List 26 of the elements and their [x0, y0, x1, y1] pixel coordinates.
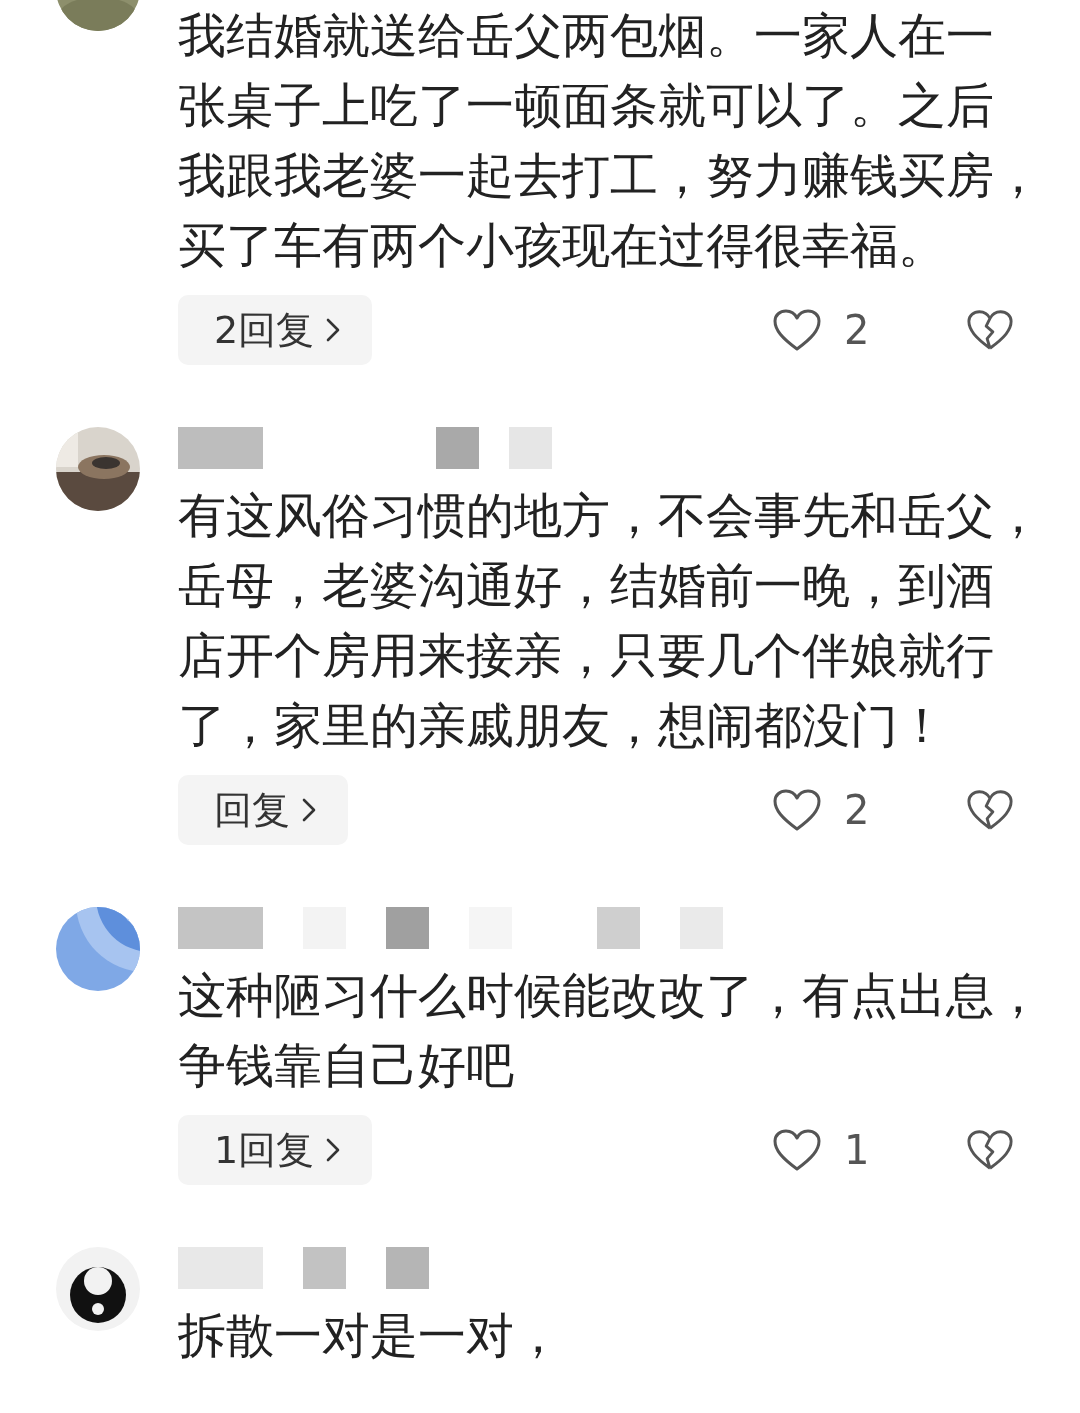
comment-line: 拆散一对是一对，	[178, 1306, 562, 1365]
comment-line: 岳母，老婆沟通好，结婚前一晚，到酒	[178, 556, 994, 615]
comment-line: 争钱靠自己好吧	[178, 1036, 514, 1095]
heart-icon[interactable]	[772, 308, 822, 352]
comment-line: 店开个房用来接亲，只要几个伴娘就行	[178, 626, 994, 685]
like-count: 2	[844, 307, 871, 353]
replies-button[interactable]: 2回复	[178, 295, 373, 365]
comment-line: 我跟我老婆一起去打工，努力赚钱买房，	[178, 146, 1042, 205]
comment-line: 这种陋习什么时候能改改了，有点出息，	[178, 966, 1042, 1025]
comment-line: 了，家里的亲戚朋友，想闹都没门！	[178, 696, 946, 755]
like-count: 1	[844, 1127, 871, 1173]
heart-icon[interactable]	[772, 1128, 822, 1172]
broken-heart-icon[interactable]	[966, 788, 1014, 832]
comment-line: 买了车有两个小孩现在过得很幸福。	[178, 216, 946, 275]
broken-heart-icon[interactable]	[966, 308, 1014, 352]
heart-icon[interactable]	[772, 788, 822, 832]
chevron-icon	[302, 798, 316, 822]
comment-line: 我结婚就送给岳父两包烟。一家人在一	[178, 6, 994, 65]
replies-button[interactable]: 1回复	[178, 1115, 373, 1185]
broken-heart-icon[interactable]	[966, 1128, 1014, 1172]
chevron-icon	[326, 1138, 341, 1162]
comment-line: 有这风俗习惯的地方，不会事先和岳父，	[178, 486, 1042, 545]
comment-line: 张桌子上吃了一顿面条就可以了。之后	[178, 76, 994, 135]
like-count: 2	[844, 787, 871, 833]
replies-button[interactable]: 回复	[178, 775, 348, 845]
chevron-icon	[326, 318, 341, 342]
